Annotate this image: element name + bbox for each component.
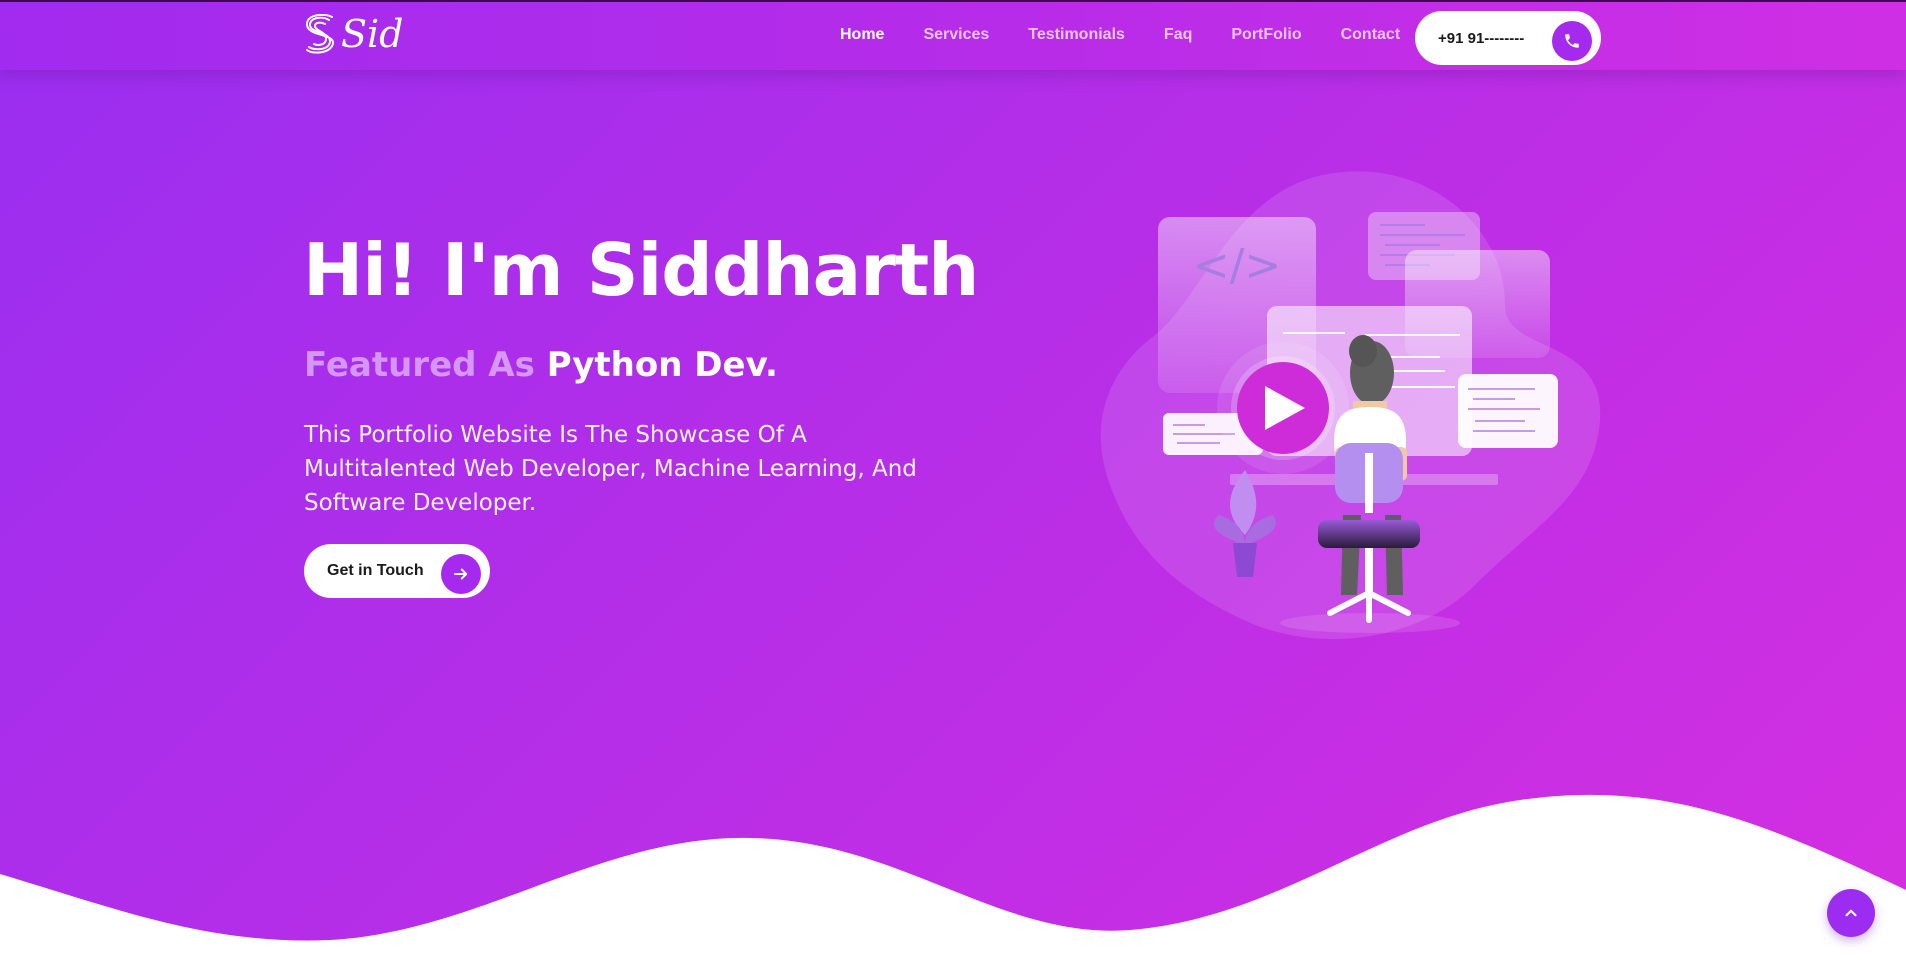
nav-portfolio[interactable]: PortFolio (1231, 26, 1301, 44)
phone-icon (1565, 34, 1579, 48)
subtitle-role: Python Dev. (546, 345, 778, 385)
cta-label: Get in Touch (327, 562, 424, 579)
nav-contact[interactable]: Contact (1341, 26, 1401, 44)
phone-number: +91 91-------- (1438, 29, 1525, 47)
scroll-to-top-button[interactable] (1827, 889, 1875, 937)
get-in-touch-button[interactable]: Get in Touch (304, 544, 490, 598)
navbar: Sid Home Services Testimonials Faq PortF… (0, 2, 1906, 70)
code-symbol: </> (1193, 240, 1282, 291)
hero-title: Hi! I'm Siddharth (303, 228, 979, 312)
subtitle-prefix: Featured As (304, 345, 535, 385)
phone-button[interactable]: +91 91-------- (1415, 11, 1601, 65)
arrow-right-icon (454, 568, 468, 580)
nav-services[interactable]: Services (923, 26, 989, 44)
logo-s-icon (306, 14, 334, 54)
nav-testimonials[interactable]: Testimonials (1028, 26, 1125, 44)
wave-divider (0, 794, 1906, 962)
hero-description: This Portfolio Website Is The Showcase O… (304, 422, 917, 516)
logo[interactable]: Sid (305, 14, 404, 54)
nav-home[interactable]: Home (840, 26, 884, 44)
hero-subtitle: Featured As Python Dev. (304, 343, 778, 387)
logo-text: Sid (341, 12, 404, 56)
arrow-circle (441, 554, 481, 594)
chevron-up-icon (1845, 909, 1857, 917)
developer-illustration: </> (1100, 171, 1601, 640)
nav-faq[interactable]: Faq (1164, 26, 1192, 44)
nav-menu: Home Services Testimonials Faq PortFolio… (840, 26, 1439, 44)
phone-icon-circle (1552, 21, 1592, 61)
